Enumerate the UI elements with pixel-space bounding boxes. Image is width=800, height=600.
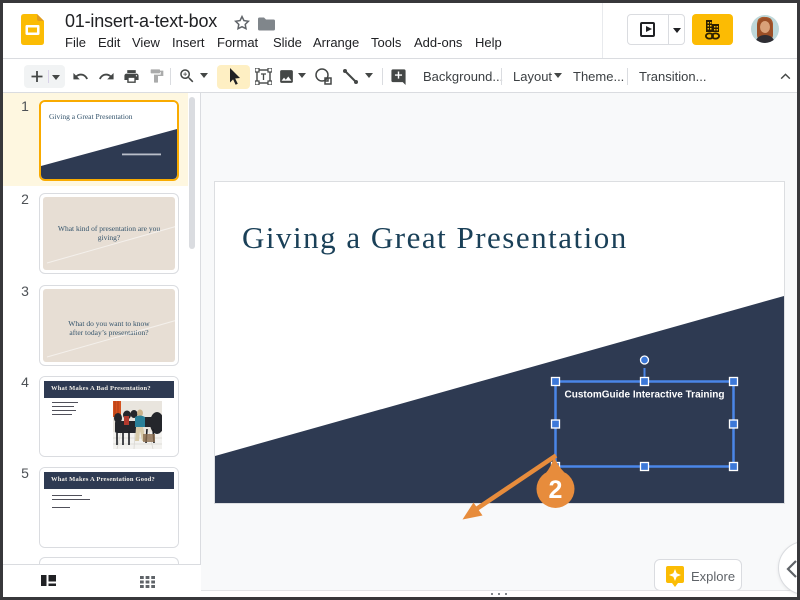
svg-text:CustomGuide Interactive Traini: CustomGuide Interactive Training	[564, 390, 724, 401]
svg-text:2: 2	[549, 476, 563, 504]
